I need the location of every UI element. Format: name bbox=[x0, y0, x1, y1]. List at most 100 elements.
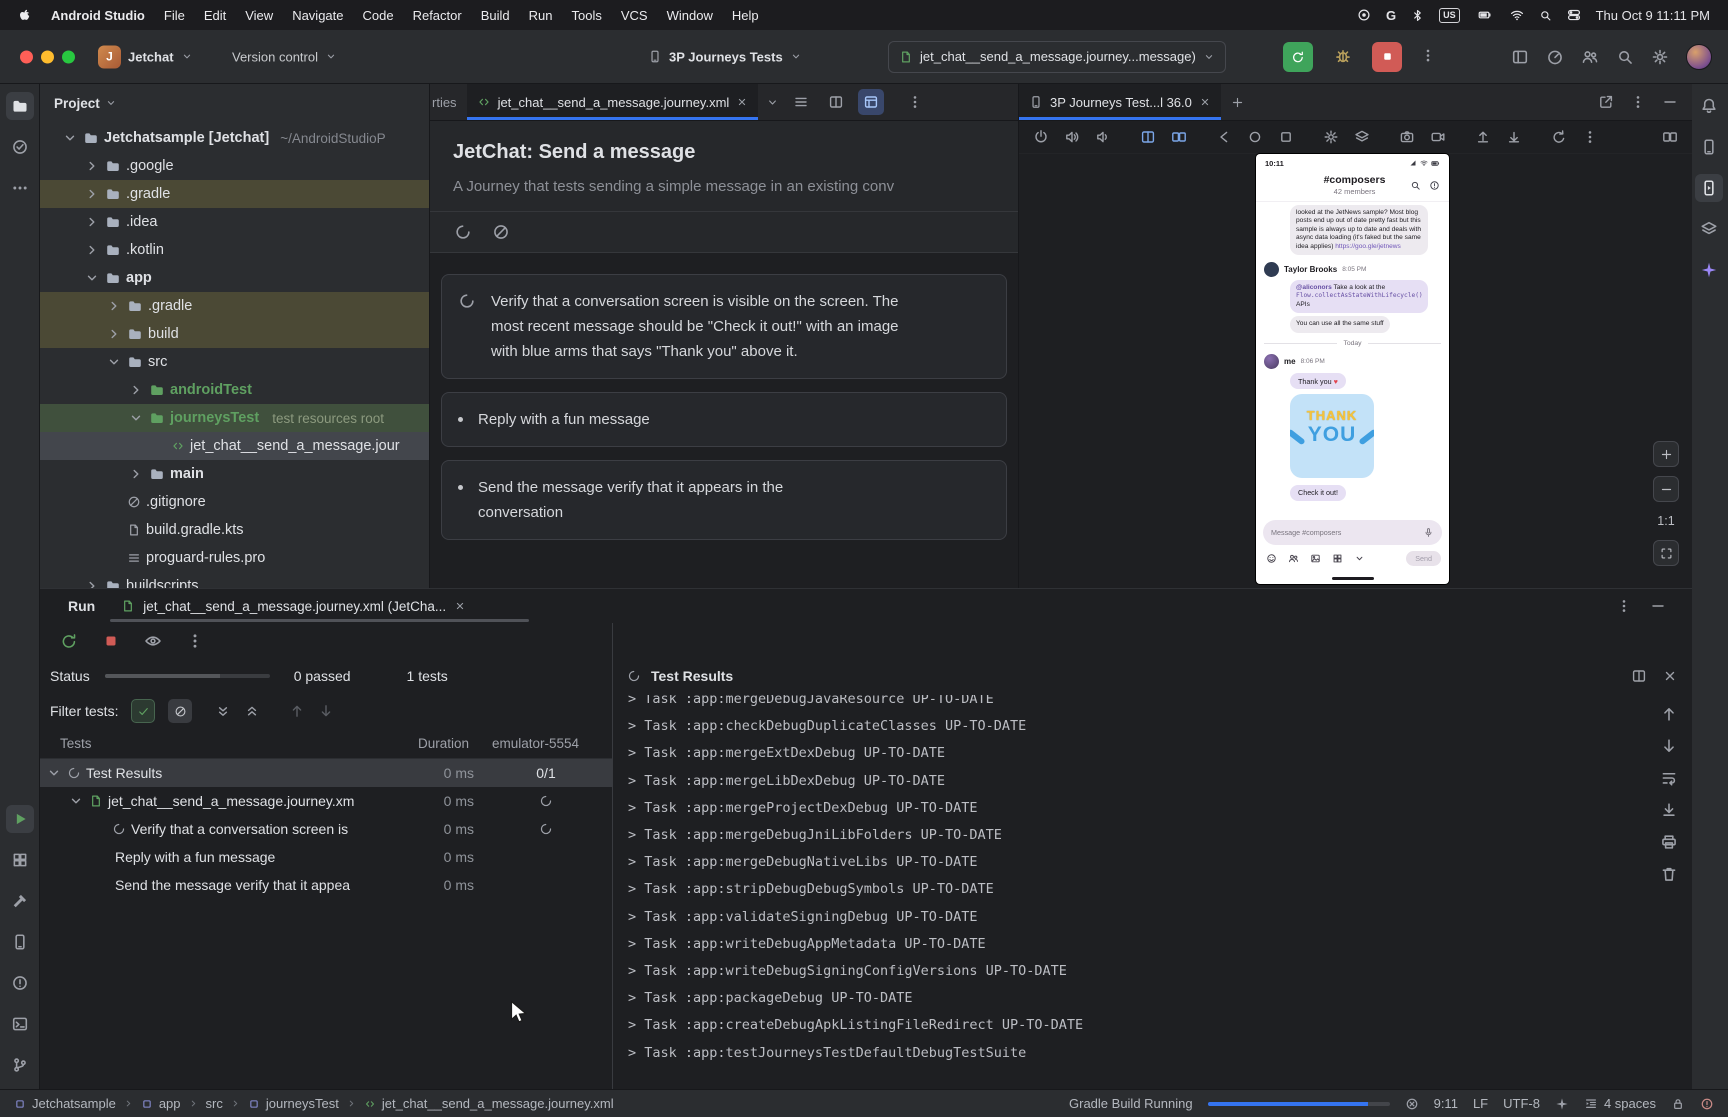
test-row-journey[interactable]: jet_chat__send_a_message.journey.xm 0 ms bbox=[40, 787, 612, 815]
gradle-build-status[interactable]: Gradle Build Running bbox=[1069, 1096, 1193, 1111]
tree-item-app-gradle[interactable]: .gradle bbox=[40, 292, 429, 320]
tree-item-androidtest[interactable]: androidTest bbox=[40, 376, 429, 404]
tree-item-build[interactable]: build bbox=[40, 320, 429, 348]
chevron-down-icon[interactable] bbox=[46, 765, 62, 781]
window-layout-icon[interactable] bbox=[1511, 48, 1529, 66]
mention[interactable]: @aliconors bbox=[1296, 284, 1332, 291]
back-icon[interactable] bbox=[1216, 129, 1232, 145]
mic-icon[interactable] bbox=[1423, 527, 1434, 538]
tree-item-idea[interactable]: .idea bbox=[40, 208, 429, 236]
watch-icon[interactable] bbox=[144, 632, 162, 650]
run-configuration-selector[interactable]: 3P Journeys Tests bbox=[648, 49, 802, 64]
dual-display-icon[interactable] bbox=[1662, 129, 1678, 145]
next-occurrence-icon[interactable] bbox=[318, 703, 334, 719]
design-view-button[interactable] bbox=[858, 89, 884, 115]
more-vertical-icon[interactable] bbox=[186, 632, 204, 650]
layout-inspector-button[interactable] bbox=[1695, 215, 1723, 243]
more-vertical-icon[interactable] bbox=[1630, 94, 1646, 110]
run-tool-button[interactable] bbox=[6, 805, 34, 833]
tree-item-src[interactable]: src bbox=[40, 348, 429, 376]
show-passed-toggle[interactable] bbox=[131, 699, 155, 723]
stop-icon[interactable] bbox=[102, 632, 120, 650]
breadcrumb-journeystest[interactable]: journeysTest bbox=[248, 1096, 339, 1111]
problems-tool-button[interactable] bbox=[6, 969, 34, 997]
chevron-right-icon[interactable] bbox=[128, 466, 144, 482]
chevron-down-icon[interactable] bbox=[106, 354, 122, 370]
chevron-down-icon[interactable] bbox=[84, 270, 100, 286]
run-button[interactable] bbox=[1283, 42, 1313, 72]
expand-all-icon[interactable] bbox=[215, 703, 231, 719]
screen-record-indicator-icon[interactable] bbox=[1357, 8, 1371, 22]
test-row-step[interactable]: Reply with a fun message 0 ms bbox=[40, 843, 612, 871]
home-icon[interactable] bbox=[1247, 129, 1263, 145]
more-tool-windows-button[interactable] bbox=[6, 174, 34, 202]
lock-icon[interactable] bbox=[1671, 1097, 1685, 1111]
column-tests[interactable]: Tests bbox=[40, 736, 394, 751]
cancel-build-icon[interactable] bbox=[1405, 1097, 1419, 1111]
expand-icon[interactable] bbox=[1354, 553, 1365, 564]
split-view-button[interactable] bbox=[823, 89, 849, 115]
menu-item[interactable]: Navigate bbox=[292, 8, 343, 23]
debug-button[interactable] bbox=[1334, 46, 1352, 67]
menu-item[interactable]: Refactor bbox=[413, 8, 462, 23]
breadcrumb-src[interactable]: src bbox=[206, 1096, 223, 1111]
tree-item-journey-file[interactable]: jet_chat__send_a_message.jour bbox=[40, 432, 429, 460]
device-manager-button[interactable] bbox=[1695, 133, 1723, 161]
ai-assistant-icon[interactable] bbox=[1555, 1097, 1569, 1111]
console-output[interactable]: > Task :app:mergeDebugJavaResource UP-TO… bbox=[628, 695, 1644, 1089]
clear-all-icon[interactable] bbox=[1660, 865, 1678, 883]
code-view-button[interactable] bbox=[788, 89, 814, 115]
terminal-tool-button[interactable] bbox=[6, 1010, 34, 1038]
tree-item-kotlin[interactable]: .kotlin bbox=[40, 236, 429, 264]
overview-icon[interactable] bbox=[1278, 129, 1294, 145]
close-icon[interactable] bbox=[1662, 668, 1678, 684]
tree-item-proguard[interactable]: proguard-rules.pro bbox=[40, 544, 429, 572]
screen-record-icon[interactable] bbox=[1430, 129, 1446, 145]
attach-icon[interactable] bbox=[1332, 553, 1343, 564]
run-tab[interactable]: jet_chat__send_a_message.journey.xml (Je… bbox=[121, 599, 466, 614]
chevron-right-icon[interactable] bbox=[84, 242, 100, 258]
avatar[interactable] bbox=[1264, 354, 1279, 369]
display-mode-icon[interactable] bbox=[1354, 129, 1370, 145]
close-icon[interactable] bbox=[1199, 96, 1211, 108]
caret-position[interactable]: 9:11 bbox=[1434, 1096, 1458, 1111]
menu-clock[interactable]: Thu Oct 9 11:11 PM bbox=[1596, 8, 1710, 23]
menu-item[interactable]: Code bbox=[363, 8, 394, 23]
zoom-out-button[interactable] bbox=[1653, 476, 1679, 502]
show-skipped-toggle[interactable] bbox=[168, 699, 192, 723]
control-center-icon[interactable] bbox=[1567, 8, 1581, 22]
close-window-button[interactable] bbox=[20, 50, 33, 63]
info-icon[interactable] bbox=[1429, 180, 1440, 191]
collapse-all-icon[interactable] bbox=[244, 703, 260, 719]
user-avatar[interactable] bbox=[1686, 44, 1712, 70]
build-tool-button[interactable] bbox=[6, 887, 34, 915]
chevron-down-icon[interactable] bbox=[62, 130, 78, 146]
zoom-level[interactable]: 1:1 bbox=[1657, 511, 1674, 531]
open-in-window-icon[interactable] bbox=[1598, 94, 1614, 110]
journey-running-spinner-icon[interactable] bbox=[454, 223, 472, 241]
project-widget[interactable]: J Jetchat bbox=[98, 45, 193, 68]
rotate-left-icon[interactable] bbox=[1140, 129, 1156, 145]
hide-panel-icon[interactable] bbox=[1650, 598, 1666, 614]
stop-button[interactable] bbox=[1372, 42, 1402, 72]
menu-item[interactable]: Window bbox=[667, 8, 713, 23]
soft-wrap-icon[interactable] bbox=[1660, 769, 1678, 787]
project-panel-header[interactable]: Project bbox=[40, 84, 429, 122]
collaborate-icon[interactable] bbox=[1581, 48, 1599, 66]
notifications-indicator-icon[interactable] bbox=[1700, 1097, 1714, 1111]
menu-item[interactable]: Build bbox=[481, 8, 510, 23]
vcs-widget[interactable]: Version control bbox=[232, 49, 337, 64]
avatar[interactable] bbox=[1264, 262, 1279, 277]
version-control-tool-button[interactable] bbox=[6, 1051, 34, 1079]
search-icon[interactable] bbox=[1410, 180, 1421, 191]
minimize-window-button[interactable] bbox=[41, 50, 54, 63]
image-icon[interactable] bbox=[1310, 553, 1321, 564]
tab-journey-file[interactable]: jet_chat__send_a_message.journey.xml bbox=[467, 84, 759, 120]
print-icon[interactable] bbox=[1660, 833, 1678, 851]
bluetooth-icon[interactable] bbox=[1411, 9, 1424, 22]
upload-icon[interactable] bbox=[1475, 129, 1491, 145]
commit-tool-button[interactable] bbox=[6, 133, 34, 161]
chevron-right-icon[interactable] bbox=[84, 578, 100, 588]
settings-icon[interactable] bbox=[1651, 48, 1669, 66]
more-vertical-icon[interactable] bbox=[1616, 598, 1632, 614]
